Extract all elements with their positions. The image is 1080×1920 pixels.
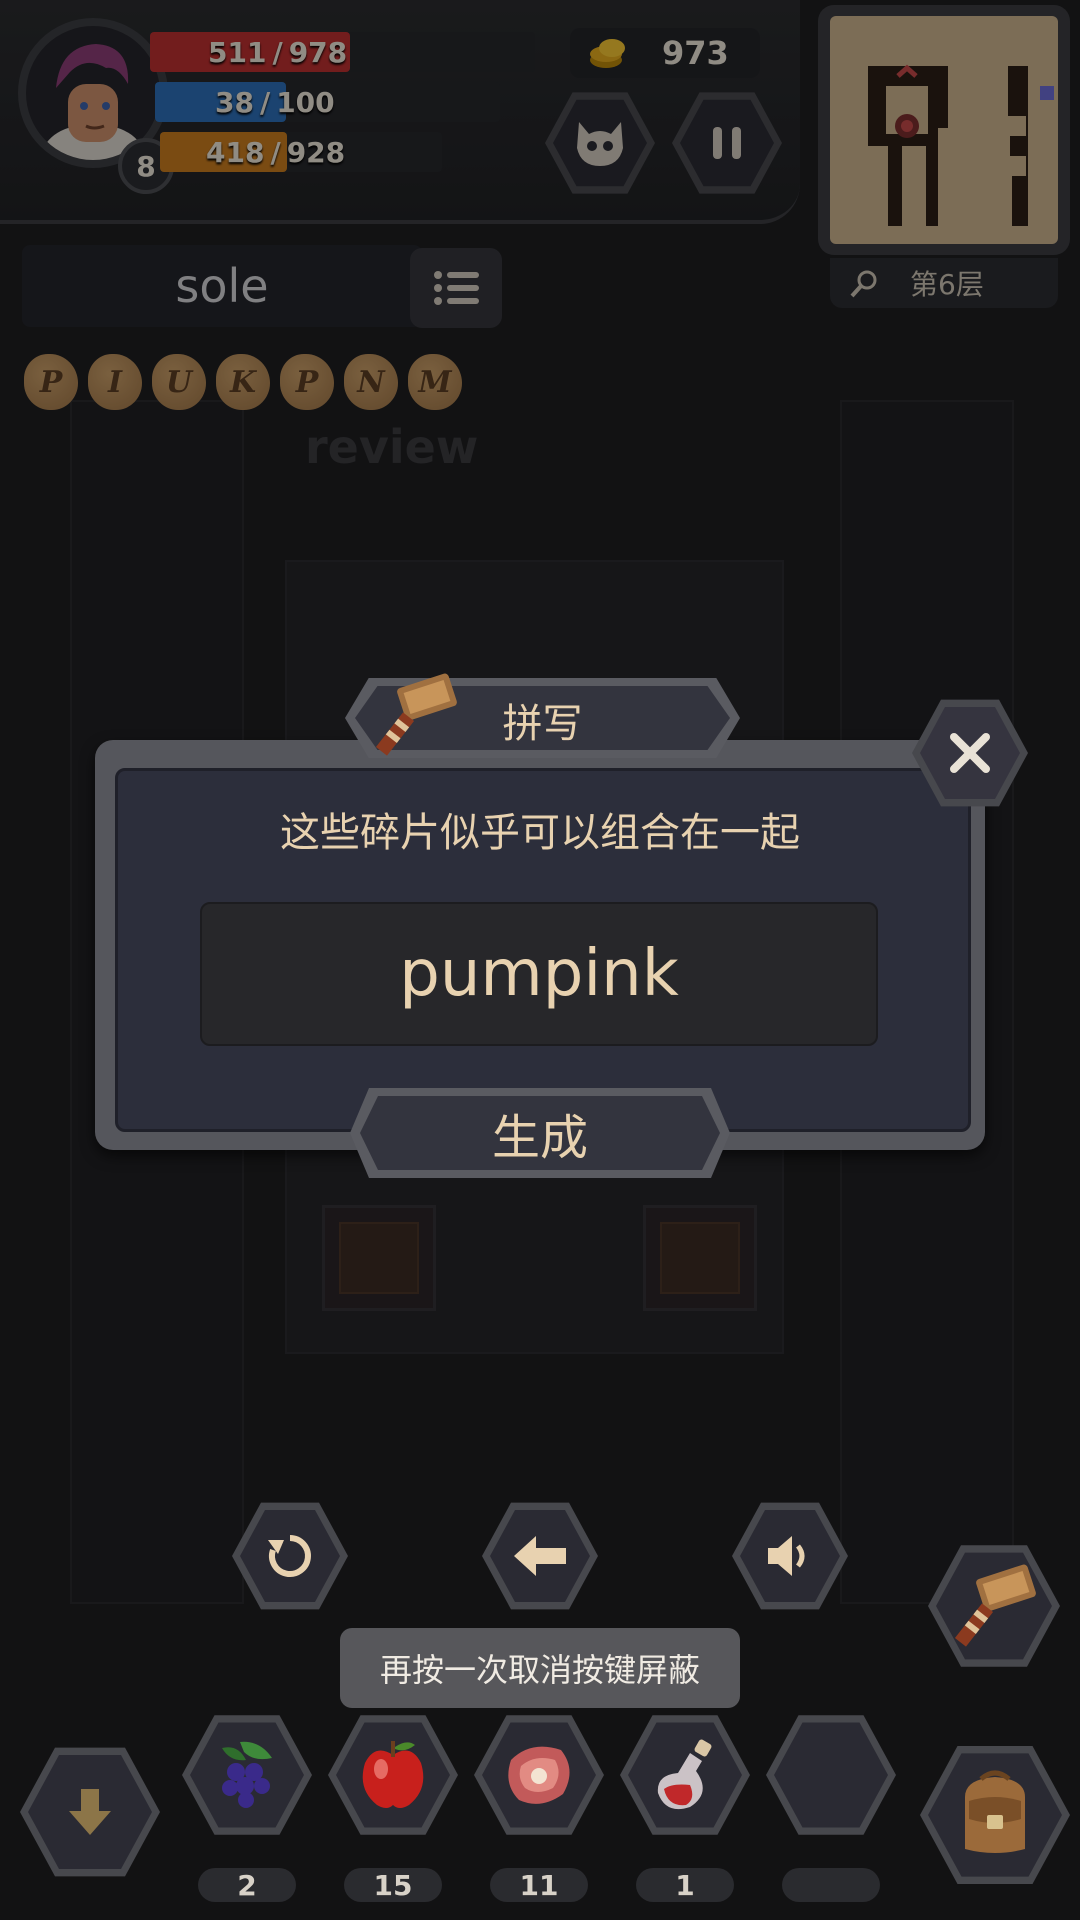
item-count-potion: 1 [636,1868,734,1902]
toast-message: 再按一次取消按键屏蔽 [340,1628,740,1708]
potion-icon [657,1739,712,1810]
hammer-icon [375,673,457,756]
generate-button[interactable]: 生成 [360,1096,720,1170]
grapes-icon [222,1741,272,1808]
arrow-down-icon [69,1789,111,1835]
dialog-message: 这些碎片似乎可以组合在一起 [280,810,800,856]
backpack-icon [965,1770,1025,1853]
arrow-left-icon [514,1536,566,1576]
speaker-icon [768,1536,805,1576]
item-count-grapes: 2 [198,1868,296,1902]
spell-input[interactable]: pumpink [200,902,878,1046]
hammer-icon [954,1564,1036,1647]
item-count-apple: 15 [344,1868,442,1902]
item-count-meat: 11 [490,1868,588,1902]
meat-icon [508,1746,570,1804]
undo-circle-icon [268,1535,311,1577]
close-icon [950,733,990,773]
item-count-empty [782,1868,880,1902]
apple-icon [362,1741,424,1808]
